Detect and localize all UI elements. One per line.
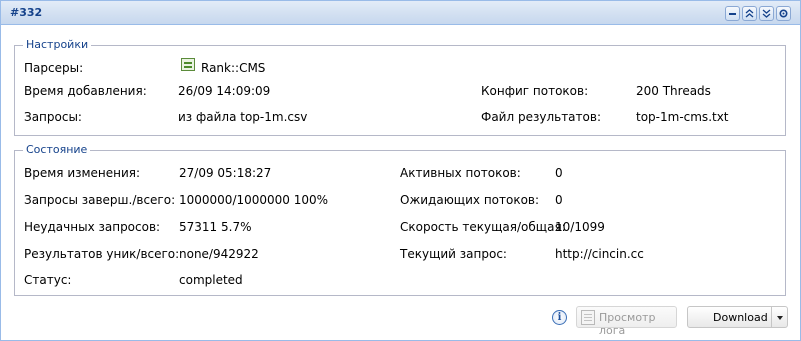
status-value: completed [179, 273, 243, 287]
settings-fieldset: Настройки Парсеры: Rank::CMS Время добав… [14, 38, 786, 136]
added-label: Время добавления: [24, 84, 147, 98]
collapse-up-icon[interactable] [742, 6, 757, 21]
settings-icon[interactable] [776, 6, 791, 21]
state-legend: Состояние [23, 143, 91, 156]
view-log-label: Просмотр лога [599, 311, 656, 337]
info-icon[interactable]: i [552, 310, 567, 325]
threads-config-label: Конфиг потоков: [481, 84, 589, 98]
queries-label: Запросы: [24, 110, 82, 124]
result-file-value: top-1m-cms.txt [636, 110, 729, 124]
panel-title: #332 [10, 6, 43, 19]
results-value: none/942922 [179, 247, 259, 261]
download-split [771, 307, 772, 327]
waiting-threads-label: Ожидающих потоков: [400, 193, 540, 207]
failed-value: 57311 5.7% [179, 220, 252, 234]
settings-legend: Настройки [23, 38, 92, 51]
added-value: 26/09 14:09:09 [178, 84, 271, 98]
waiting-threads-value: 0 [555, 193, 563, 207]
result-file-label: Файл результатов: [481, 110, 601, 124]
status-label: Статус: [24, 273, 72, 287]
changed-value: 27/09 05:18:27 [179, 166, 272, 180]
minimize-icon[interactable] [725, 6, 740, 21]
failed-label: Неудачных запросов: [24, 220, 161, 234]
done-value: 1000000/1000000 100% [179, 193, 329, 207]
parsers-value: Rank::CMS [201, 61, 266, 75]
active-threads-label: Активных потоков: [400, 166, 521, 180]
download-button[interactable]: Download [687, 306, 788, 328]
log-icon [581, 310, 595, 325]
threads-config-value: 200 Threads [636, 84, 711, 98]
state-fieldset: Состояние Время изменения: 27/09 05:18:2… [14, 143, 786, 296]
parser-icon [181, 58, 195, 71]
collapse-down-icon[interactable] [759, 6, 774, 21]
chevron-down-icon[interactable] [777, 316, 783, 320]
active-threads-value: 0 [555, 166, 563, 180]
changed-label: Время изменения: [24, 166, 141, 180]
view-log-button[interactable]: Просмотр лога [576, 306, 677, 337]
download-label: Download [713, 311, 768, 324]
task-panel: #332 Настройки Парсеры: Rank::CMS Время … [0, 0, 801, 341]
done-label: Запросы заверш./всего: [24, 193, 176, 207]
speed-value: 10/1099 [555, 220, 605, 234]
parsers-label: Парсеры: [24, 61, 84, 75]
current-query-value: http://cincin.cc [555, 247, 644, 261]
queries-value: из файла top-1m.csv [178, 110, 308, 124]
results-label: Результатов уник/всего: [24, 247, 180, 261]
speed-label: Скорость текущая/общая: [400, 220, 566, 234]
current-query-label: Текущий запрос: [400, 247, 507, 261]
panel-header: #332 [1, 1, 800, 25]
